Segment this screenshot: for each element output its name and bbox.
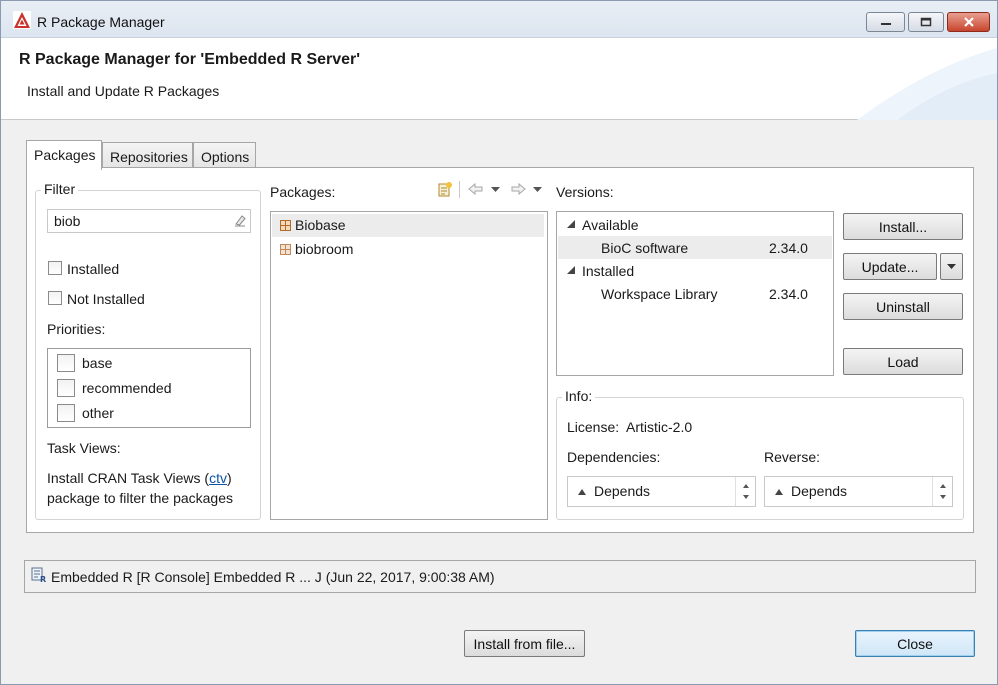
version-source: Workspace Library: [601, 286, 718, 302]
dependencies-value: Depends: [594, 483, 651, 499]
dependencies-selector[interactable]: Depends: [567, 476, 756, 507]
r-app-icon: [13, 11, 31, 29]
reverse-spinner[interactable]: [932, 477, 952, 506]
license-label: License:: [567, 419, 620, 435]
reverse-value: Depends: [791, 483, 848, 499]
maximize-icon: [920, 17, 932, 27]
dialog-header: R Package Manager for 'Embedded R Server…: [1, 38, 997, 120]
close-window-button[interactable]: [947, 12, 990, 32]
update-button[interactable]: Update...: [843, 253, 937, 280]
maximize-button[interactable]: [908, 12, 944, 32]
uninstall-button[interactable]: Uninstall: [843, 293, 963, 320]
task-views-text-line2: package to filter the packages: [47, 490, 234, 506]
version-source: BioC software: [601, 240, 689, 256]
svg-text:R: R: [40, 575, 46, 583]
packages-label: Packages:: [270, 184, 336, 200]
package-item-biobase[interactable]: Biobase: [272, 214, 544, 237]
priority-base-label: base: [82, 355, 113, 371]
versions-group-available[interactable]: Available: [582, 217, 639, 233]
tab-label: Repositories: [110, 149, 188, 165]
tab-repositories[interactable]: Repositories: [102, 142, 193, 169]
forward-arrow-icon[interactable]: [509, 181, 527, 197]
filter-legend: Filter: [41, 181, 79, 197]
expanded-icon[interactable]: [567, 220, 576, 229]
filter-search-input[interactable]: biob: [47, 209, 251, 233]
priority-other-checkbox[interactable]: [57, 404, 75, 422]
reverse-label: Reverse:: [764, 449, 821, 465]
install-button[interactable]: Install...: [843, 213, 963, 240]
priority-recommended-checkbox[interactable]: [57, 379, 75, 397]
package-icon: [280, 244, 291, 255]
toolbar-separator: [459, 181, 460, 198]
status-text: Embedded R [R Console] Embedded R ... J …: [51, 569, 495, 585]
close-icon: [963, 17, 974, 27]
task-views-label: Task Views:: [47, 440, 121, 456]
dialog-title: R Package Manager for 'Embedded R Server…: [19, 51, 361, 68]
dialog-subtitle: Install and Update R Packages: [27, 83, 220, 99]
priorities-label: Priorities:: [47, 321, 106, 337]
info-legend: Info:: [562, 388, 596, 404]
r-console-icon: R: [31, 567, 46, 583]
tab-packages[interactable]: Packages: [26, 140, 102, 170]
package-manager-window: R Package Manager R Package Manager for …: [0, 0, 998, 685]
header-decoration: [857, 48, 997, 120]
task-views-text: Install CRAN Task Views (ctv): [47, 470, 232, 486]
ctv-link[interactable]: ctv: [209, 470, 227, 486]
version-number: 2.34.0: [769, 286, 808, 302]
version-number: 2.34.0: [769, 240, 808, 256]
spinner-arrows-icon: [743, 484, 749, 499]
task-views-text-part: ): [226, 470, 232, 486]
minimize-button[interactable]: [866, 12, 905, 32]
version-row-workspace-library[interactable]: Workspace Library 2.34.0: [558, 282, 832, 305]
update-dropdown-button[interactable]: [940, 253, 963, 280]
spinner-arrows-icon: [940, 484, 946, 499]
r-session-status[interactable]: R Embedded R [R Console] Embedded R ... …: [24, 560, 976, 593]
license-value: Artistic-2.0: [626, 419, 693, 435]
reverse-selector[interactable]: Depends: [764, 476, 953, 507]
versions-label: Versions:: [556, 184, 614, 200]
collapse-icon: [578, 489, 586, 495]
dependencies-label: Dependencies:: [567, 449, 661, 465]
back-arrow-icon[interactable]: [467, 181, 485, 197]
load-button[interactable]: Load: [843, 348, 963, 375]
package-item-biobroom[interactable]: biobroom: [272, 238, 544, 261]
task-views-text-part: Install CRAN Task Views (: [47, 470, 210, 486]
forward-dropdown-icon[interactable]: [532, 181, 543, 197]
window-title: R Package Manager: [37, 14, 165, 30]
tab-options[interactable]: Options: [193, 142, 256, 169]
version-row-bioc-software[interactable]: BioC software 2.34.0: [558, 236, 832, 259]
priority-base-checkbox[interactable]: [57, 354, 75, 372]
versions-group-installed[interactable]: Installed: [582, 263, 634, 279]
dependencies-spinner[interactable]: [735, 477, 755, 506]
package-icon: [280, 220, 291, 231]
clear-filter-icon[interactable]: [233, 213, 247, 227]
installed-label: Installed: [67, 261, 120, 277]
tab-label: Packages: [34, 147, 96, 163]
close-button[interactable]: Close: [855, 630, 975, 657]
priority-other-label: other: [82, 405, 114, 421]
refresh-packages-icon[interactable]: [436, 181, 454, 197]
package-name: biobroom: [295, 241, 354, 257]
install-from-file-button[interactable]: Install from file...: [464, 630, 585, 657]
minimize-icon: [880, 23, 891, 25]
package-name: Biobase: [295, 217, 346, 233]
installed-checkbox[interactable]: [48, 261, 62, 275]
not-installed-checkbox[interactable]: [48, 291, 62, 305]
not-installed-label: Not Installed: [67, 291, 145, 307]
chevron-down-icon: [947, 264, 956, 269]
tab-label: Options: [201, 149, 250, 165]
back-dropdown-icon[interactable]: [490, 181, 501, 197]
title-bar: R Package Manager: [1, 1, 997, 38]
packages-list[interactable]: Biobase biobroom: [270, 211, 548, 520]
priority-recommended-label: recommended: [82, 380, 172, 396]
collapse-icon: [775, 489, 783, 495]
expanded-icon[interactable]: [567, 266, 576, 275]
